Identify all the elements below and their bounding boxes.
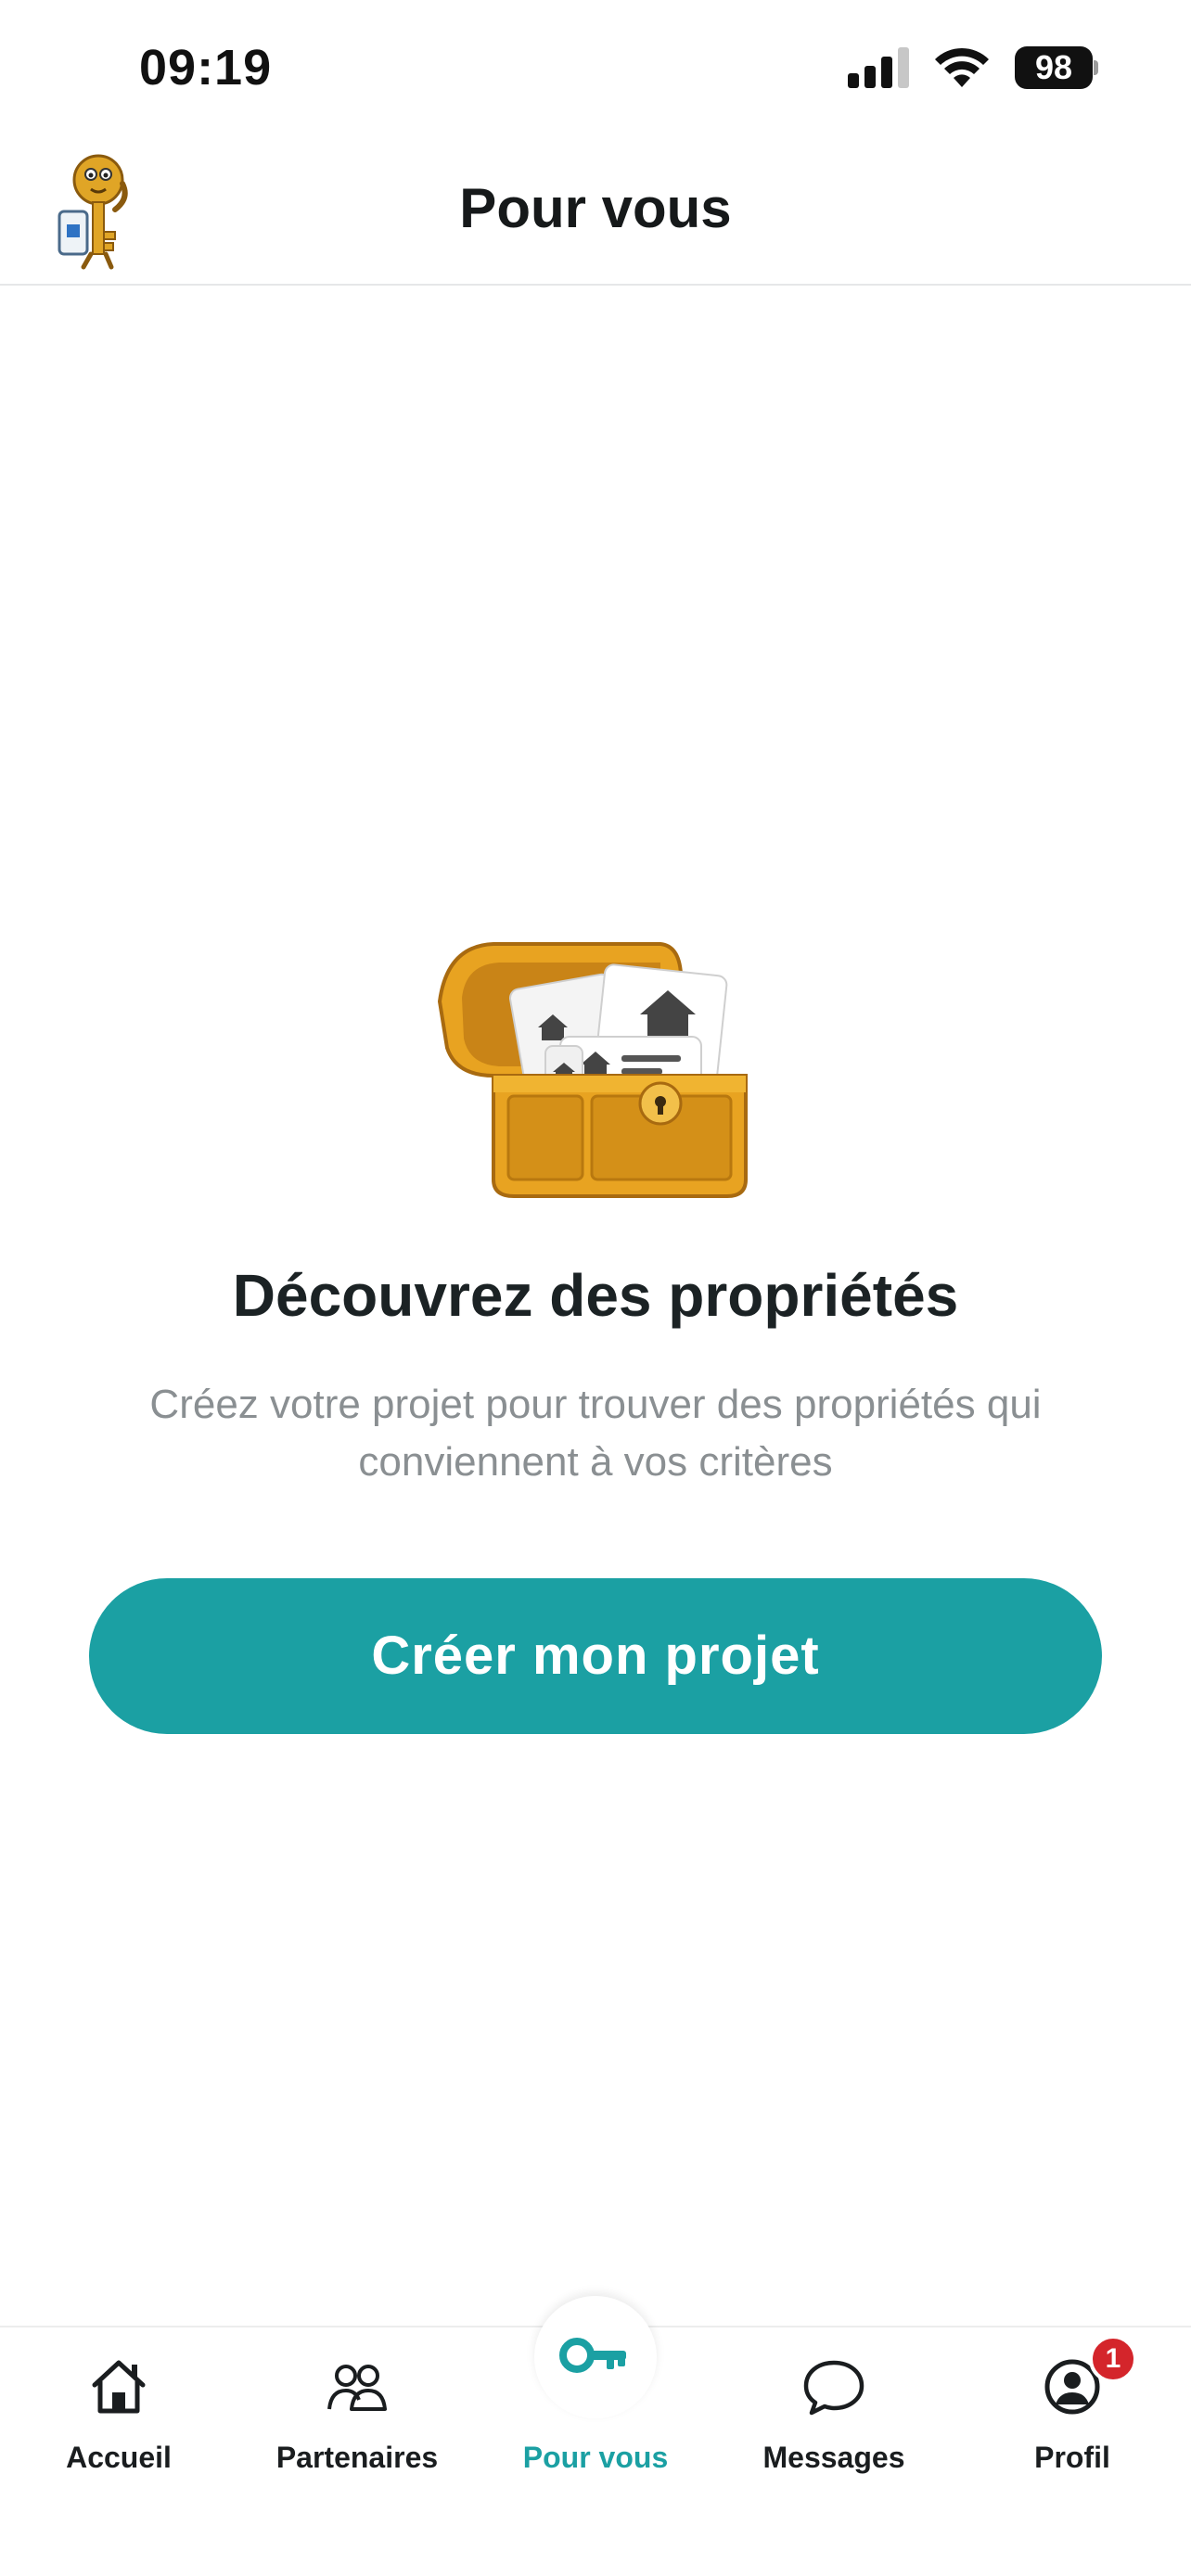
people-icon — [327, 2365, 387, 2411]
nav-item-pour-vous[interactable]: Pour vous — [493, 2296, 698, 2513]
wifi-icon — [935, 47, 989, 87]
status-icons: 98 — [848, 46, 1098, 89]
nav-label-profil: Profil — [1034, 2441, 1110, 2474]
create-project-button[interactable]: Créer mon projet — [89, 1578, 1102, 1734]
home-indicator — [399, 2541, 792, 2554]
active-indicator — [534, 2296, 657, 2418]
nav-item-profil[interactable]: 1 Profil — [970, 2327, 1174, 2513]
nav-item-accueil[interactable]: Accueil — [17, 2327, 221, 2513]
key-icon — [559, 2338, 626, 2373]
treasure-chest-icon — [437, 942, 748, 1198]
status-bar: 09:19 98 — [0, 0, 1191, 139]
battery-level: 98 — [1015, 46, 1093, 89]
bottom-nav: Accueil Partenaires Pour vous Messages 1… — [0, 2296, 1191, 2576]
notification-badge: 1 — [1089, 2335, 1137, 2383]
nav-item-partenaires[interactable]: Partenaires — [255, 2327, 459, 2513]
chat-bubble-icon — [803, 2360, 864, 2416]
battery-icon: 98 — [1015, 46, 1098, 89]
signal-icon — [848, 47, 909, 88]
nav-label-accueil: Accueil — [66, 2441, 172, 2474]
empty-state-title: Découvrez des propriétés — [232, 1262, 959, 1329]
nav-label-partenaires: Partenaires — [275, 2441, 439, 2474]
empty-state-description: Créez votre projet pour trouver des prop… — [149, 1382, 1042, 1485]
status-time: 09:19 — [139, 40, 273, 96]
nav-label-messages: Messages — [762, 2441, 905, 2474]
app-header: Pour vous — [0, 139, 1191, 286]
page-title: Pour vous — [459, 177, 732, 239]
nav-item-messages[interactable]: Messages — [732, 2327, 936, 2513]
nav-label-pour-vous: Pour vous — [522, 2441, 669, 2474]
home-icon — [92, 2360, 146, 2414]
